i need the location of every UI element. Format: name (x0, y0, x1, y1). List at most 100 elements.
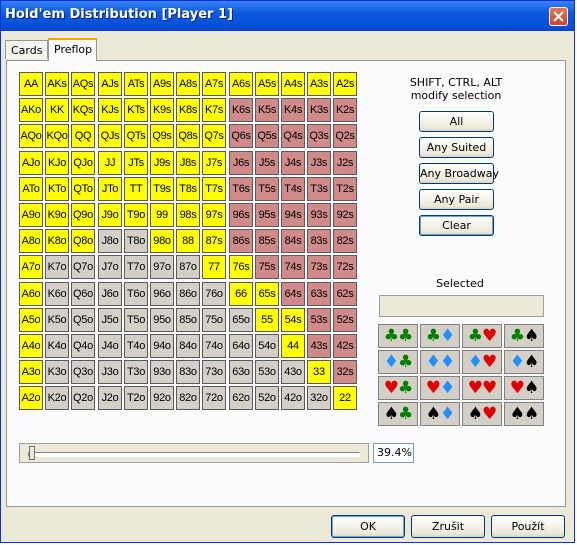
hand-cell[interactable]: T2o (124, 386, 148, 410)
hand-cell[interactable]: 96s (229, 203, 253, 227)
any-broadway-button[interactable]: Any Broadway (419, 163, 499, 184)
hand-cell[interactable]: Q3s (307, 124, 331, 148)
hand-cell[interactable]: K5s (255, 98, 279, 122)
hand-cell[interactable]: KQs (71, 98, 95, 122)
hand-cell[interactable]: 52o (255, 386, 279, 410)
hand-cell[interactable]: 53o (255, 360, 279, 384)
title-bar[interactable]: Hold'em Distribution [Player 1] (1, 1, 574, 31)
hand-cell[interactable]: 52s (333, 308, 357, 332)
hand-cell[interactable]: 93o (150, 360, 174, 384)
hand-cell[interactable]: K4s (281, 98, 305, 122)
hand-cell[interactable]: 62s (333, 282, 357, 306)
hand-cell[interactable]: J3s (307, 151, 331, 175)
hand-cell[interactable]: QQ (71, 124, 95, 148)
suit-combo-button[interactable]: ♣♥ (462, 324, 502, 348)
hand-cell[interactable]: Q6s (229, 124, 253, 148)
suit-combo-button[interactable]: ♦♠ (504, 350, 544, 374)
hand-cell[interactable]: A2s (333, 72, 357, 96)
hand-cell[interactable]: A7o (19, 255, 43, 279)
hand-cell[interactable]: KJs (98, 98, 122, 122)
hand-cell[interactable]: K6s (229, 98, 253, 122)
hand-cell[interactable]: 32o (307, 386, 331, 410)
hand-cell[interactable]: TT (124, 177, 148, 201)
hand-cell[interactable]: 42o (281, 386, 305, 410)
hand-cell[interactable]: 75o (202, 308, 226, 332)
hand-cell[interactable]: T7o (124, 255, 148, 279)
hand-cell[interactable]: K9o (45, 203, 69, 227)
hand-cell[interactable]: 54s (281, 308, 305, 332)
hand-cell[interactable]: K7o (45, 255, 69, 279)
hand-cell[interactable]: J6s (229, 151, 253, 175)
hand-cell[interactable]: 63o (229, 360, 253, 384)
hand-cell[interactable]: 42s (333, 334, 357, 358)
hand-cell[interactable]: AA (19, 72, 43, 96)
hand-cell[interactable]: KQo (45, 124, 69, 148)
hand-cell[interactable]: 64o (229, 334, 253, 358)
range-slider[interactable] (19, 443, 369, 463)
hand-cell[interactable]: K2o (45, 386, 69, 410)
hand-cell[interactable]: Q8s (176, 124, 200, 148)
hand-cell[interactable]: T2s (333, 177, 357, 201)
suit-combo-button[interactable]: ♠♥ (462, 402, 502, 426)
suit-combo-button[interactable]: ♥♥ (462, 376, 502, 400)
hand-cell[interactable]: J2o (98, 386, 122, 410)
hand-cell[interactable]: 94s (281, 203, 305, 227)
hand-cell[interactable]: 62o (229, 386, 253, 410)
clear-button[interactable]: Clear (419, 215, 494, 236)
hand-cell[interactable]: QJs (98, 124, 122, 148)
hand-cell[interactable]: J7o (98, 255, 122, 279)
hand-cell[interactable]: AJo (19, 151, 43, 175)
hand-cell[interactable]: 86o (176, 282, 200, 306)
suit-combo-button[interactable]: ♦♥ (462, 350, 502, 374)
hand-cell[interactable]: J5o (98, 308, 122, 332)
suit-combo-button[interactable]: ♥♣ (378, 376, 418, 400)
hand-cell[interactable]: J8s (176, 151, 200, 175)
hand-cell[interactable]: T4o (124, 334, 148, 358)
hand-cell[interactable]: 96o (150, 282, 174, 306)
hand-cell[interactable]: Q6o (71, 282, 95, 306)
hand-cell[interactable]: T3s (307, 177, 331, 201)
hand-cell[interactable]: K2s (333, 98, 357, 122)
hand-cell[interactable]: 87o (176, 255, 200, 279)
hand-cell[interactable]: JJ (98, 151, 122, 175)
hand-cell[interactable]: T8s (176, 177, 200, 201)
hand-cell[interactable]: ATs (124, 72, 148, 96)
any-pair-button[interactable]: Any Pair (419, 189, 494, 210)
hand-cell[interactable]: J3o (98, 360, 122, 384)
hand-cell[interactable]: 77 (202, 255, 226, 279)
suit-combo-button[interactable]: ♠♠ (504, 402, 544, 426)
hand-cell[interactable]: Q7o (71, 255, 95, 279)
suit-combo-button[interactable]: ♣♣ (378, 324, 418, 348)
hand-cell[interactable]: 97s (202, 203, 226, 227)
hand-cell[interactable]: 72o (202, 386, 226, 410)
hand-cell[interactable]: 66 (229, 282, 253, 306)
suit-combo-button[interactable]: ♠♦ (420, 402, 460, 426)
hand-cell[interactable]: 55 (255, 308, 279, 332)
hand-cell[interactable]: AKs (45, 72, 69, 96)
hand-cell[interactable]: 76s (229, 255, 253, 279)
hand-cell[interactable]: A3o (19, 360, 43, 384)
hand-cell[interactable]: A3s (307, 72, 331, 96)
hand-cell[interactable]: K8s (176, 98, 200, 122)
suit-combo-button[interactable]: ♣♠ (504, 324, 544, 348)
cancel-button[interactable]: Zrušit (411, 515, 485, 538)
hand-cell[interactable]: 32s (333, 360, 357, 384)
hand-cell[interactable]: T9s (150, 177, 174, 201)
hand-cell[interactable]: 92s (333, 203, 357, 227)
hand-cell[interactable]: AJs (98, 72, 122, 96)
hand-cell[interactable]: 65o (229, 308, 253, 332)
hand-cell[interactable]: Q4o (71, 334, 95, 358)
hand-cell[interactable]: KTo (45, 177, 69, 201)
hand-cell[interactable]: 33 (307, 360, 331, 384)
hand-cell[interactable]: Q7s (202, 124, 226, 148)
hand-cell[interactable]: A2o (19, 386, 43, 410)
hand-cell[interactable]: K9s (150, 98, 174, 122)
hand-cell[interactable]: 97o (150, 255, 174, 279)
hand-cell[interactable]: 53s (307, 308, 331, 332)
suit-combo-button[interactable]: ♥♠ (504, 376, 544, 400)
hand-cell[interactable]: 65s (255, 282, 279, 306)
hand-cell[interactable]: 44 (281, 334, 305, 358)
hand-cell[interactable]: J4s (281, 151, 305, 175)
hand-cell[interactable]: 87s (202, 229, 226, 253)
apply-button[interactable]: Použít (491, 515, 565, 538)
